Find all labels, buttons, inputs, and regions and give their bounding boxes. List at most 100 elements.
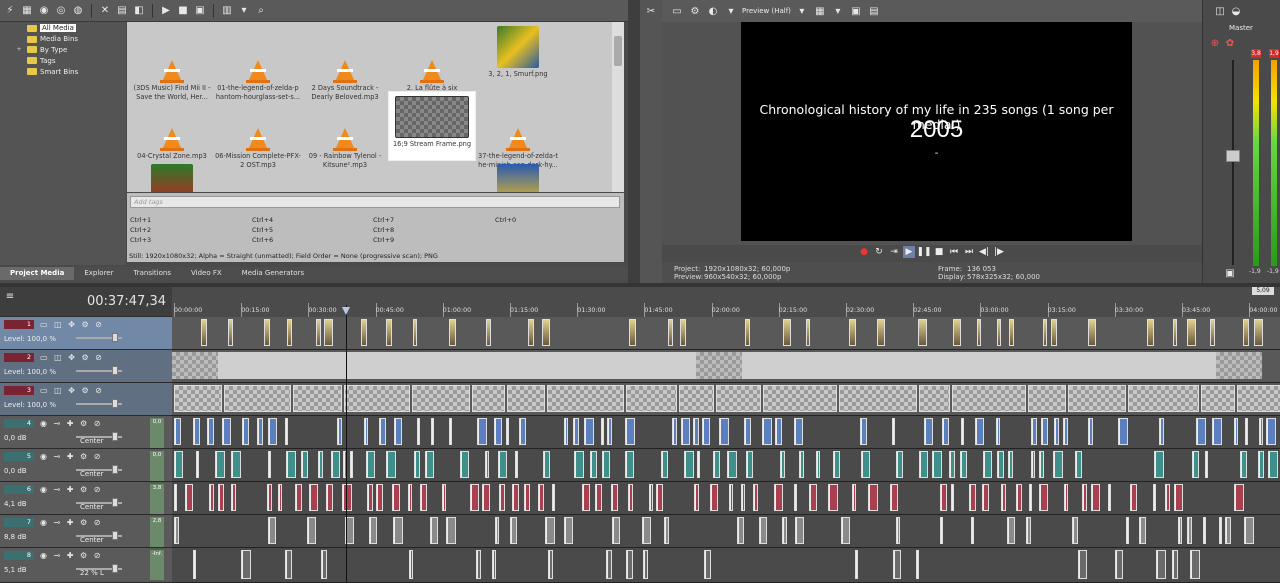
clip[interactable] [1028,385,1066,412]
clip[interactable] [344,385,410,412]
clip[interactable] [582,484,590,511]
clip[interactable] [1139,517,1146,544]
clip[interactable] [420,484,427,511]
clip[interactable] [524,484,530,511]
clip[interactable] [940,484,947,511]
expand-icon[interactable]: + [16,46,22,53]
clip[interactable] [1210,319,1215,346]
clip[interactable] [1212,418,1222,445]
clip[interactable] [1001,484,1006,511]
clip[interactable] [1054,418,1059,445]
clip[interactable] [1029,484,1032,511]
views-icon[interactable]: ▥ [220,4,234,18]
clip[interactable] [1031,451,1035,478]
tree-item-all-media[interactable]: All Media [0,23,126,34]
tree-item-tags[interactable]: Tags [0,55,126,66]
clip[interactable] [1225,517,1231,544]
clip[interactable] [228,319,233,346]
clip[interactable] [510,517,517,544]
chevron-down-icon[interactable]: ▾ [237,4,251,18]
track-slider-knob[interactable] [112,399,118,408]
clip[interactable] [1243,319,1249,346]
clip[interactable] [1187,517,1192,544]
track-lane-4[interactable] [172,416,1280,449]
clip[interactable] [918,319,927,346]
clip[interactable] [268,418,277,445]
play-from-start-icon[interactable]: ⇥ [888,246,900,258]
loop-icon[interactable]: ↻ [873,246,885,258]
remove-icon[interactable]: ✕ [98,4,112,18]
clip[interactable] [506,418,509,445]
clip[interactable] [301,451,308,478]
clip[interactable] [174,418,181,445]
clip[interactable] [1266,418,1276,445]
get-media-icon[interactable]: ◉ [37,4,51,18]
clip[interactable] [961,418,964,445]
stop-icon[interactable]: ■ [176,4,190,18]
clip[interactable] [547,385,624,412]
clip[interactable] [331,451,340,478]
clip[interactable] [542,319,550,346]
media-item[interactable]: 09 - Rainbow Tylenol - Kitsune².mp3 [302,104,388,172]
clip[interactable] [446,517,456,544]
clip[interactable] [1244,517,1254,544]
clip[interactable] [449,319,456,346]
clip[interactable] [174,517,179,544]
tag-shortcut[interactable]: Ctrl+7 [373,216,394,224]
split-screen-icon[interactable]: ◐ [706,4,720,18]
track-list-menu-icon[interactable]: ≡ [3,289,17,303]
track-slider-knob[interactable] [112,498,118,507]
clip[interactable] [809,484,817,511]
tag-shortcut[interactable]: Ctrl+0 [495,216,516,224]
clip[interactable] [367,484,373,511]
track-slider-knob[interactable] [112,465,118,474]
save-snapshot-icon[interactable]: ▤ [867,4,881,18]
clip[interactable] [816,451,820,478]
track-controls[interactable]: ◉ ⊸ ✚ ⚙ ⊘ [40,452,102,461]
web-icon[interactable]: ◍ [71,4,85,18]
clip[interactable] [782,517,787,544]
clip[interactable] [1205,451,1208,478]
clip[interactable] [515,451,518,478]
clip[interactable] [611,484,618,511]
track-controls[interactable]: ◉ ⊸ ✚ ⚙ ⊘ [40,518,102,527]
master-fader[interactable] [1226,150,1240,162]
clip[interactable] [1026,517,1031,544]
clip[interactable] [413,319,417,346]
media-scrollbar[interactable] [612,22,624,192]
clip[interactable] [625,451,634,478]
clip[interactable] [849,319,856,346]
clip[interactable] [295,484,302,511]
clip[interactable] [951,484,954,511]
clip[interactable] [1118,418,1128,445]
clip[interactable] [1156,550,1166,579]
clip[interactable] [174,451,183,478]
clip[interactable] [476,550,481,579]
clip[interactable] [268,451,271,478]
clip[interactable] [430,517,438,544]
clip[interactable] [855,550,858,579]
add-tags-input[interactable]: Add tags [130,196,620,208]
properties-icon[interactable]: ▤ [115,4,129,18]
track-lane-1[interactable] [172,317,1280,350]
clip[interactable] [606,550,612,579]
clip[interactable] [425,451,434,478]
track-lane-2[interactable] [172,350,1280,383]
clip[interactable] [364,418,368,445]
clip[interactable] [953,319,961,346]
clip[interactable] [417,418,420,445]
tab-media-generators[interactable]: Media Generators [232,267,314,280]
clip[interactable] [745,319,750,346]
search-icon[interactable]: ⌕ [254,4,268,18]
media-item[interactable] [215,174,301,192]
clip[interactable] [1178,517,1182,544]
clip[interactable] [602,451,610,478]
clip[interactable] [1173,319,1177,346]
clip[interactable] [681,418,690,445]
clip[interactable] [841,517,850,544]
media-item-selected[interactable]: 16;9 Stream Frame.png [388,91,476,161]
tag-shortcut[interactable]: Ctrl+4 [252,216,273,224]
clip[interactable] [942,418,949,445]
track-header-1[interactable]: 1 ▭ ◫ ✥ ⚙ ⊘ Level: 100,0 % [0,317,172,350]
clip[interactable] [392,484,400,511]
